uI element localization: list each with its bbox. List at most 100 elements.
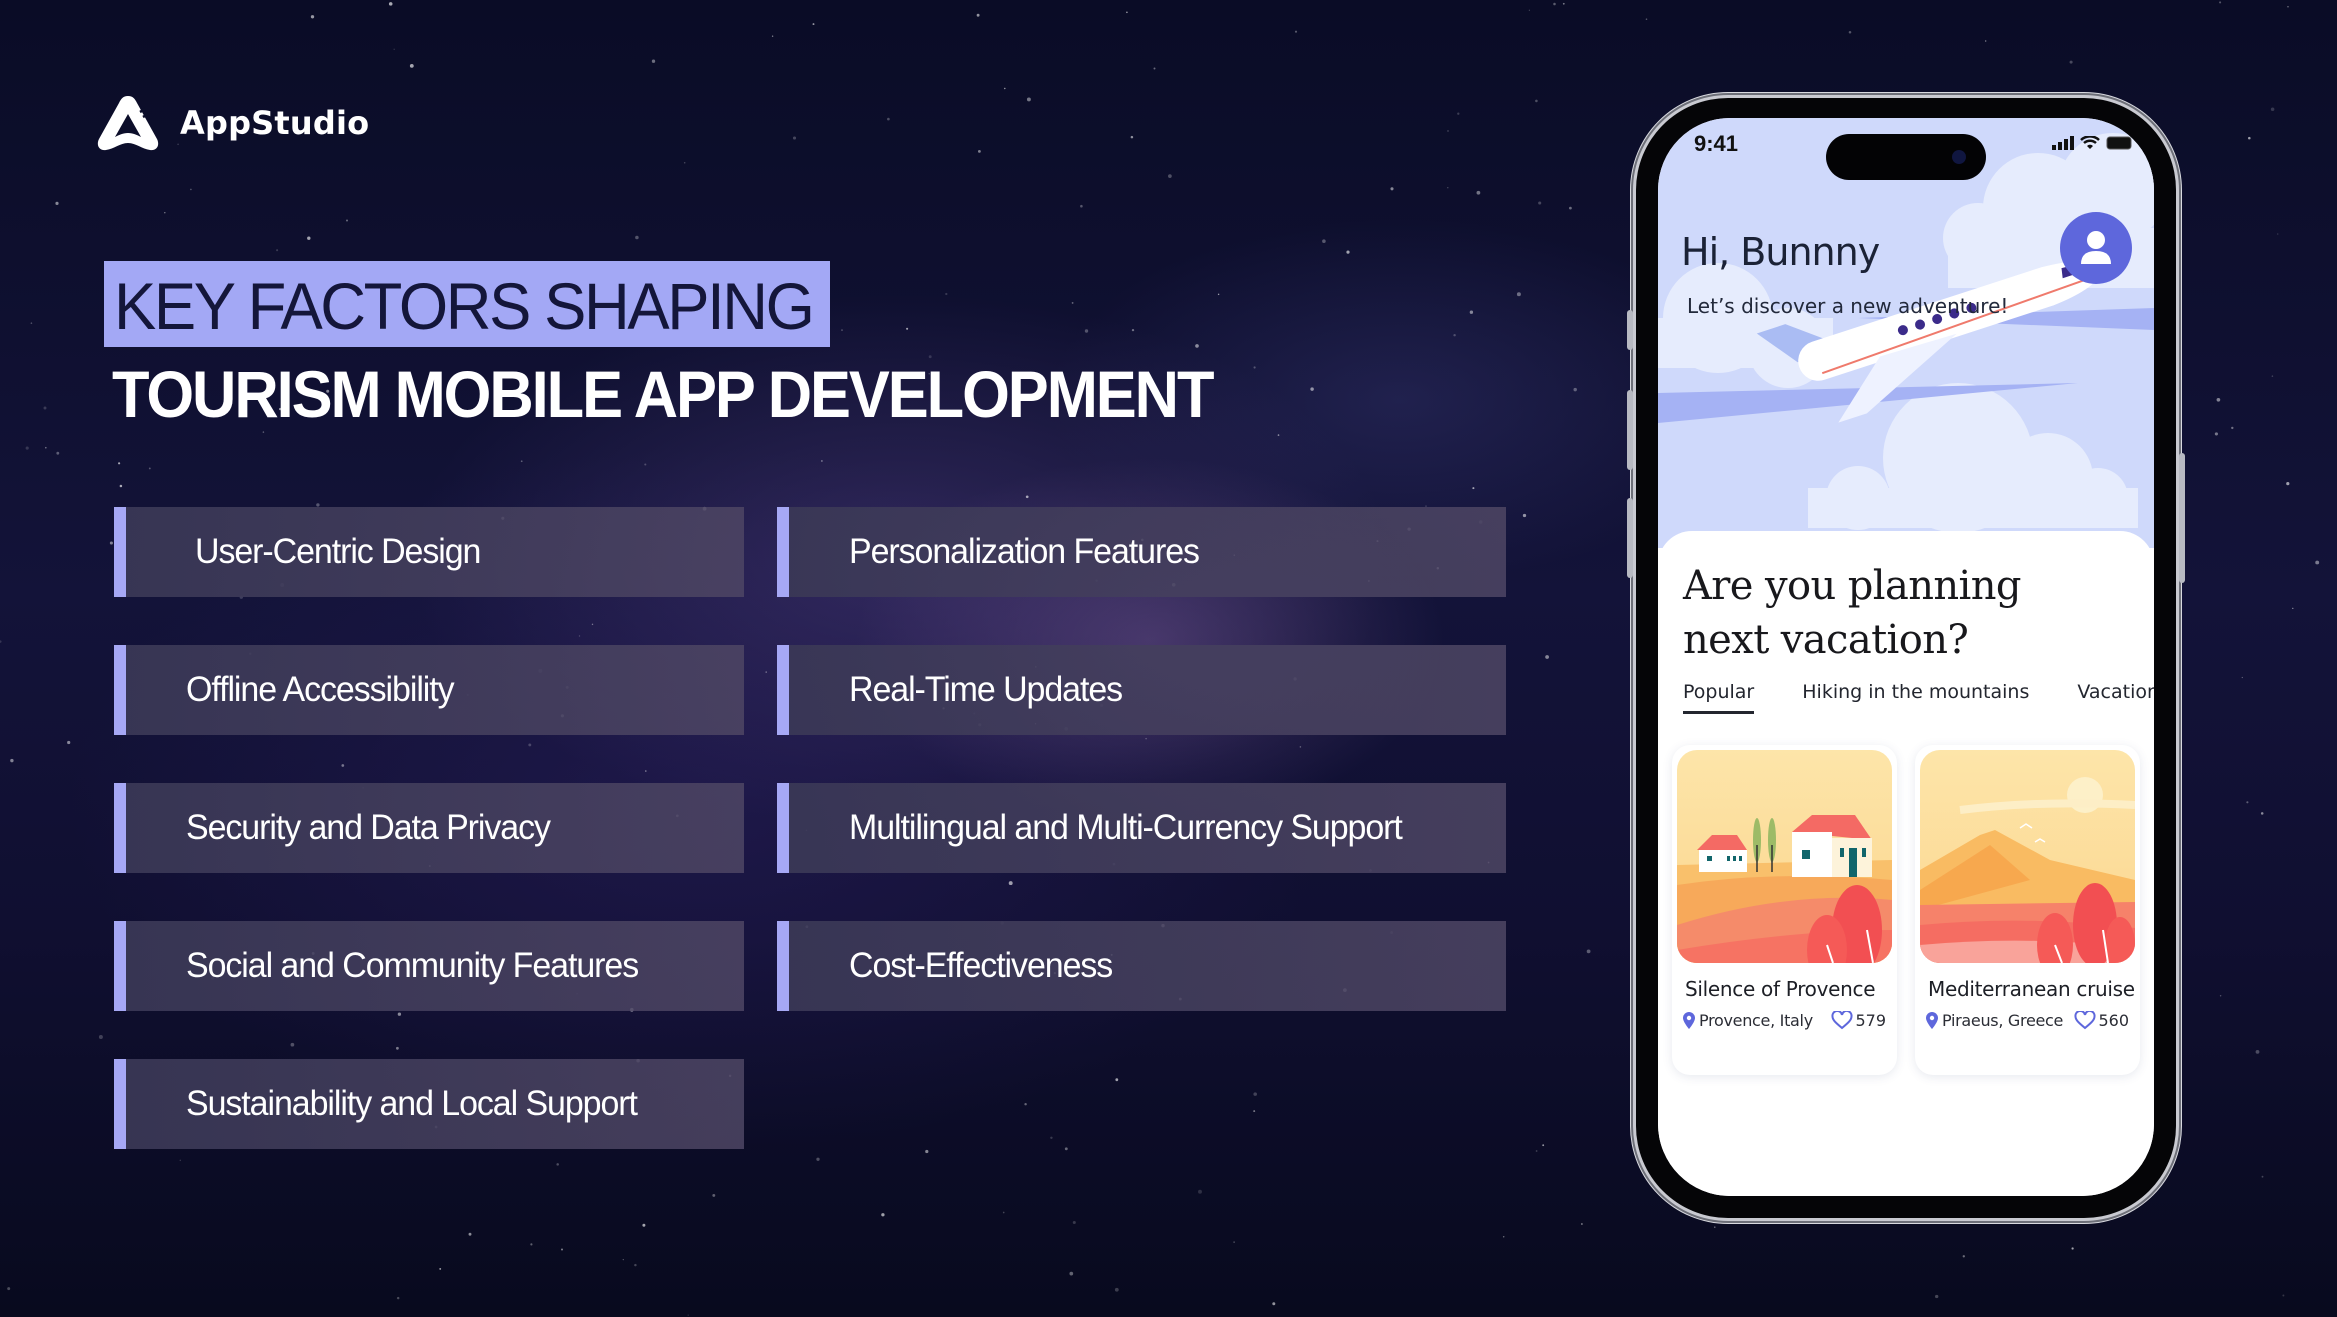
tab-popular[interactable]: Popular <box>1683 681 1755 714</box>
star <box>1084 329 1089 333</box>
user-profile-icon <box>2081 231 2111 264</box>
place-likes-count: 579 <box>1855 1011 1886 1030</box>
phone-volume-down-button <box>1627 498 1633 578</box>
place-location: Piraeus, Greece <box>1926 1011 2063 1030</box>
heart-icon <box>2074 1011 2096 1030</box>
place-location-text: Piraeus, Greece <box>1942 1011 2064 1030</box>
factor-label: Real-Time Updates <box>849 670 1123 709</box>
place-card[interactable]: Mediterranean cruise Piraeus, Greece 560 <box>1915 745 2140 1075</box>
star <box>642 1223 646 1227</box>
star <box>635 235 639 240</box>
cellular-signal-icon <box>2052 136 2074 150</box>
star <box>591 623 594 626</box>
star <box>56 451 60 455</box>
star <box>1195 344 1199 348</box>
star <box>1645 18 1648 20</box>
star <box>341 764 345 767</box>
star <box>119 484 123 488</box>
star <box>1447 187 1449 189</box>
star <box>1050 1136 1053 1140</box>
brand-name: AppStudio <box>180 104 370 142</box>
star <box>1545 655 1549 659</box>
star <box>1714 1226 1716 1228</box>
star <box>634 1263 637 1267</box>
factor-label: Multilingual and Multi-Currency Support <box>849 808 1403 847</box>
star <box>148 467 151 470</box>
star <box>1516 292 1521 297</box>
phone-mockup: 9:41 Hi, Bunnny Let’s discover a new adv… <box>1627 98 2185 1218</box>
star <box>925 1149 929 1154</box>
card-accent-bar <box>777 921 789 1011</box>
factor-card-user-centric-design: User-Centric Design <box>114 507 744 597</box>
star <box>1457 112 1460 115</box>
card-accent-bar <box>777 507 789 597</box>
star <box>397 1012 402 1016</box>
star <box>816 1157 820 1161</box>
star <box>1002 1211 1005 1214</box>
place-likes-button[interactable]: 579 <box>1831 1011 1886 1030</box>
star <box>190 188 192 191</box>
star <box>1310 387 1314 391</box>
star <box>1322 239 1326 243</box>
place-title: Silence of Provence <box>1685 977 1876 1001</box>
star <box>1453 333 1456 337</box>
star <box>1985 40 1987 42</box>
star <box>1569 206 1572 210</box>
app-content-panel: Are you planning next vacation? Popular … <box>1658 531 2154 1196</box>
star <box>1581 1223 1583 1225</box>
place-likes-button[interactable]: 560 <box>2074 1011 2129 1030</box>
profile-avatar-button[interactable] <box>2060 212 2132 284</box>
star <box>1253 1110 1256 1113</box>
star <box>307 236 311 240</box>
star <box>841 329 843 332</box>
factor-label: Offline Accessibility <box>186 670 455 709</box>
factor-card-personalization: Personalization Features <box>777 507 1506 597</box>
star <box>1114 1287 1119 1292</box>
star <box>25 446 29 450</box>
star <box>1071 301 1074 304</box>
factor-card-offline-accessibility: Offline Accessibility <box>114 645 744 735</box>
star <box>2219 995 2222 997</box>
star <box>1535 1150 1538 1152</box>
tab-hiking[interactable]: Hiking in the mountains <box>1802 681 2029 714</box>
location-pin-icon <box>1926 1012 1938 1029</box>
star <box>179 1159 182 1162</box>
star <box>1542 1144 1545 1147</box>
factor-label: Security and Data Privacy <box>186 808 551 847</box>
factor-card-multilingual-multicurrency: Multilingual and Multi-Currency Support <box>777 783 1506 873</box>
star <box>1294 30 1298 33</box>
star <box>2246 801 2249 804</box>
greeting-text: Hi, Bunnny <box>1681 230 1880 274</box>
factor-label: Personalization Features <box>849 532 1200 571</box>
star <box>2255 1050 2260 1054</box>
star <box>2315 560 2320 565</box>
place-meta: Piraeus, Greece 560 <box>1926 1011 2135 1030</box>
star <box>1447 130 1449 132</box>
star <box>887 117 890 121</box>
airplane-sky-illustration <box>1658 133 2154 533</box>
title-highlighted-line: KEY FACTORS SHAPING <box>114 269 815 343</box>
tab-vacation-at-sea[interactable]: Vacation at se <box>2077 681 2154 714</box>
star <box>1502 1236 1505 1238</box>
star <box>164 211 166 214</box>
star <box>2282 1294 2285 1297</box>
app-screen: 9:41 Hi, Bunnny Let’s discover a new adv… <box>1658 118 2154 1196</box>
star <box>1848 31 1852 34</box>
battery-icon <box>2106 136 2132 150</box>
star <box>1962 1255 1965 1258</box>
star <box>0 640 2 643</box>
star <box>976 13 980 17</box>
phone-power-button <box>2179 453 2185 583</box>
star <box>1026 97 1031 102</box>
star <box>2241 676 2243 679</box>
place-card[interactable]: Silence of Provence Provence, Italy 579 <box>1672 745 1897 1075</box>
star <box>7 1287 11 1291</box>
star <box>906 327 909 330</box>
star <box>396 1296 400 1300</box>
star <box>67 740 71 745</box>
star <box>2248 136 2251 140</box>
star <box>1168 174 1172 178</box>
card-accent-bar <box>777 645 789 735</box>
factor-card-sustainability: Sustainability and Local Support <box>114 1059 744 1149</box>
star <box>712 1193 716 1197</box>
